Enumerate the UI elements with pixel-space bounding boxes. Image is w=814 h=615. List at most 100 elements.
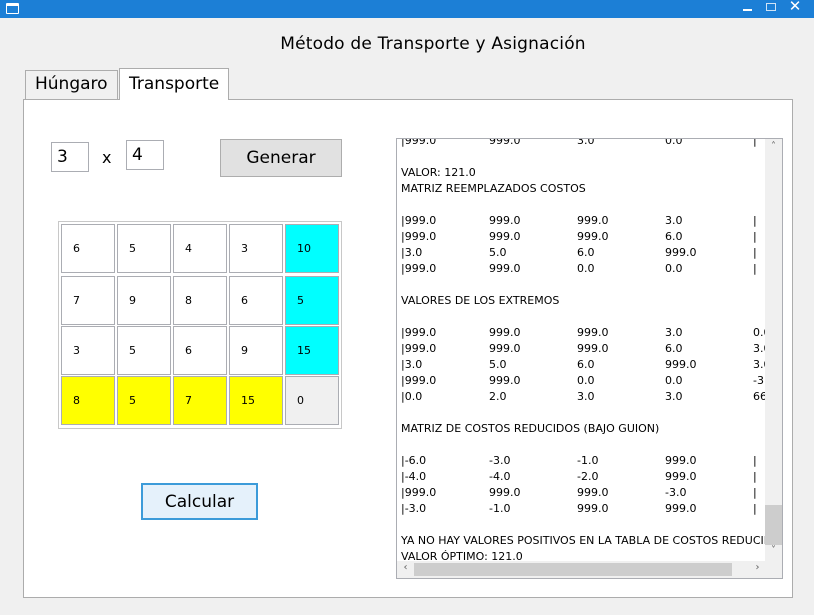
- results-line: |999.0999.0999.03.00.0: [401, 325, 767, 341]
- results-token: 999.0: [665, 470, 697, 483]
- results-token: 3.0: [665, 326, 683, 339]
- matrix-cell[interactable]: 5: [117, 376, 171, 425]
- vertical-scrollbar[interactable]: ˄ ˅: [765, 139, 782, 562]
- results-token: 0.0: [577, 374, 595, 387]
- results-token: 999.0: [489, 486, 521, 499]
- chevron-left-icon[interactable]: ‹: [397, 562, 414, 573]
- results-token: 999.0: [577, 502, 609, 515]
- close-button[interactable]: ✕: [784, 0, 806, 16]
- results-line: [401, 437, 767, 453]
- results-token: -2.0: [577, 470, 599, 483]
- results-token: 999.0: [577, 342, 609, 355]
- matrix-cell[interactable]: 7: [173, 376, 227, 425]
- maximize-button[interactable]: [760, 0, 782, 16]
- matrix-cell[interactable]: 3: [61, 326, 115, 375]
- results-line: MATRIZ REEMPLAZADOS COSTOS: [401, 181, 767, 197]
- matrix-cell[interactable]: 9: [229, 326, 283, 375]
- horizontal-scrollbar[interactable]: ‹ ›: [397, 561, 767, 578]
- results-token: |: [753, 454, 757, 467]
- matrix-cell[interactable]: 10: [285, 224, 339, 273]
- matrix-cell[interactable]: 6: [61, 224, 115, 273]
- results-token: 999.0: [665, 246, 697, 259]
- results-line: [401, 309, 767, 325]
- results-line: [401, 149, 767, 165]
- results-token: 999.0: [577, 230, 609, 243]
- results-token: |3.0: [401, 246, 423, 259]
- results-line: |3.05.06.0999.03.0: [401, 357, 767, 373]
- results-textarea[interactable]: |999.0 999.0 3.0 0.0 | VALOR: 121.0 MATRIZ REE…: [396, 138, 783, 579]
- results-token: 0.0: [577, 262, 595, 275]
- minimize-icon: [742, 9, 752, 11]
- title-bar: ✕: [0, 0, 814, 18]
- matrix-cell[interactable]: 0: [285, 376, 339, 425]
- results-token: |-4.0: [401, 470, 427, 483]
- results-token: |: [753, 502, 757, 515]
- results-token: |: [753, 230, 757, 243]
- results-text: |999.0 999.0 3.0 0.0 | VALOR: 121.0 MATRIZ REE…: [401, 138, 767, 563]
- results-line: |-4.0 -4.0 -2.0 999.0 |: [401, 469, 767, 485]
- matrix-cell[interactable]: 6: [173, 326, 227, 375]
- matrix-cell[interactable]: 8: [61, 376, 115, 425]
- results-token: -1.0: [577, 454, 599, 467]
- matrix-cell[interactable]: 5: [117, 326, 171, 375]
- results-token: 0.0: [665, 374, 683, 387]
- results-token: 999.0: [665, 454, 697, 467]
- results-token: 999.0: [489, 138, 521, 147]
- results-line: VALORES DE LOS EXTREMOS: [401, 293, 767, 309]
- results-token: 3.0: [577, 390, 595, 403]
- matrix-cell[interactable]: 6: [229, 276, 283, 325]
- results-line: |999.0 999.0 999.0 6.0 |: [401, 229, 767, 245]
- results-token: 0.0: [665, 262, 683, 275]
- cost-matrix-grid: 6 5 4 3 10 7 9 8 6 5 3 5 6 9 15 8 5 7 15 0: [58, 221, 342, 429]
- results-token: VALOR: 121.0: [401, 166, 476, 179]
- results-token: 999.0: [489, 230, 521, 243]
- matrix-cell[interactable]: 4: [173, 224, 227, 273]
- results-token: |3.0: [401, 358, 423, 371]
- results-token: 6.0: [665, 342, 683, 355]
- results-token: |999.0: [401, 138, 437, 147]
- results-token: 5.0: [489, 246, 507, 259]
- results-token: |999.0: [401, 230, 437, 243]
- results-token: 2.0: [489, 390, 507, 403]
- results-token: VALORES DE LOS EXTREMOS: [401, 294, 560, 307]
- horizontal-scroll-thumb[interactable]: [414, 563, 732, 576]
- dimension-separator: x: [102, 148, 112, 167]
- results-token: -4.0: [489, 470, 511, 483]
- results-token: |: [753, 138, 757, 147]
- results-token: 999.0: [577, 486, 609, 499]
- results-line: YA NO HAY VALORES POSITIVOS EN LA TABLA …: [401, 533, 767, 549]
- maximize-icon: [766, 3, 776, 11]
- generate-button[interactable]: Generar: [220, 139, 342, 177]
- chevron-up-icon[interactable]: ˄: [765, 141, 782, 152]
- rows-input[interactable]: 3: [51, 142, 89, 172]
- tab-hungaro[interactable]: Húngaro: [25, 70, 118, 99]
- matrix-cell[interactable]: 15: [229, 376, 283, 425]
- calculate-button[interactable]: Calcular: [141, 483, 258, 520]
- vertical-scroll-thumb[interactable]: [765, 505, 782, 545]
- results-token: MATRIZ DE COSTOS REDUCIDOS (BAJO GUION): [401, 422, 660, 435]
- results-line: [401, 277, 767, 293]
- matrix-cell[interactable]: 8: [173, 276, 227, 325]
- chevron-down-icon[interactable]: ˅: [765, 545, 782, 556]
- results-line: |999.0999.0999.06.03.0: [401, 341, 767, 357]
- matrix-cell[interactable]: 5: [285, 276, 339, 325]
- results-token: 999.0: [489, 374, 521, 387]
- results-token: 999.0: [577, 214, 609, 227]
- matrix-cell[interactable]: 7: [61, 276, 115, 325]
- matrix-cell[interactable]: 3: [229, 224, 283, 273]
- results-token: |999.0: [401, 342, 437, 355]
- results-token: -1.0: [489, 502, 511, 515]
- chevron-right-icon[interactable]: ›: [749, 562, 766, 573]
- results-token: 999.0: [665, 358, 697, 371]
- columns-input[interactable]: 4: [126, 140, 164, 170]
- minimize-button[interactable]: [736, 0, 758, 16]
- matrix-cell[interactable]: 15: [285, 326, 339, 375]
- matrix-cell[interactable]: 5: [117, 224, 171, 273]
- app-window-icon: [6, 3, 19, 14]
- tab-transporte[interactable]: Transporte: [119, 68, 230, 100]
- results-token: |-6.0: [401, 454, 427, 467]
- results-line: |-3.0 -1.0 999.0 999.0 |: [401, 501, 767, 517]
- matrix-cell[interactable]: 9: [117, 276, 171, 325]
- results-token: 3.0: [665, 214, 683, 227]
- results-token: 5.0: [489, 358, 507, 371]
